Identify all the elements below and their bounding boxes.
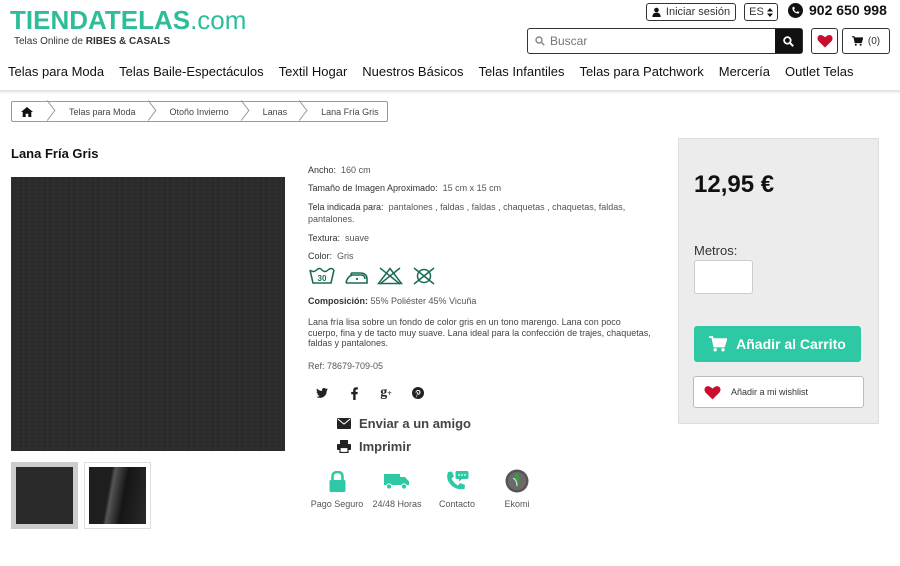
updown-icon [766, 7, 773, 17]
feature-shipping[interactable]: 24/48 Horas [368, 469, 426, 509]
breadcrumb: Telas para Moda Otoño Invierno Lanas Lan… [11, 101, 388, 122]
nav-item-telas-baile[interactable]: Telas Baile-Espectáculos [119, 64, 264, 84]
detail-composicion: Composición: 55% Poliéster 45% Vicuña [308, 296, 477, 306]
googleplus-icon[interactable]: g + [377, 384, 395, 402]
site-logo[interactable]: TIENDATELAS.com [10, 6, 246, 34]
detail-tamano: Tamaño de Imagen Aproximado: 15 cm x 15 … [308, 183, 502, 193]
facebook-icon[interactable] [345, 384, 363, 402]
breadcrumb-item[interactable]: Lanas [249, 102, 298, 121]
breadcrumb-separator [239, 102, 249, 121]
ekomi-icon [505, 469, 529, 493]
nav-divider [0, 90, 900, 94]
care-icons: 30 [308, 266, 438, 286]
home-icon [21, 106, 33, 117]
product-title: Lana Fría Gris [11, 146, 99, 161]
feature-contacto[interactable]: Contacto [428, 469, 486, 509]
cart-icon [709, 336, 728, 352]
breadcrumb-separator [297, 102, 307, 121]
detail-textura: Textura: suave [308, 233, 370, 243]
nav-item-telas-moda[interactable]: Telas para Moda [8, 64, 104, 84]
heart-icon [816, 34, 833, 48]
heart-icon [704, 385, 721, 399]
add-to-wishlist-button[interactable]: Añadir a mi wishlist [693, 376, 864, 408]
login-button[interactable]: Iniciar sesión [646, 3, 736, 21]
lock-icon [329, 469, 346, 493]
feature-badges: Pago Seguro 24/48 Horas Contacto Ekomi [308, 469, 548, 509]
product-price: 12,95 € [694, 171, 775, 198]
no-tumble-dry-icon [410, 266, 438, 286]
wash-30-icon: 30 [308, 266, 336, 286]
search-input[interactable] [548, 29, 775, 53]
user-icon [652, 7, 661, 17]
iron-low-icon [342, 266, 370, 286]
twitter-icon[interactable] [313, 384, 331, 402]
breadcrumb-item[interactable]: Otoño Invierno [156, 102, 239, 121]
phone-icon [788, 2, 803, 18]
breadcrumb-separator [45, 102, 55, 121]
feature-pago-seguro[interactable]: Pago Seguro [308, 469, 366, 509]
product-thumbnail-2[interactable] [84, 462, 151, 529]
product-main-image[interactable] [11, 177, 285, 451]
feature-ekomi[interactable]: Ekomi [488, 469, 546, 509]
no-bleach-icon [376, 266, 404, 286]
share-bar: g + [313, 384, 427, 402]
cart-button[interactable]: (0) [842, 28, 890, 54]
envelope-icon [337, 418, 351, 429]
breadcrumb-item[interactable]: Telas para Moda [55, 102, 146, 121]
svg-text:30: 30 [318, 274, 327, 283]
nav-item-merceria[interactable]: Mercería [719, 64, 770, 84]
nav-item-textil-hogar[interactable]: Textil Hogar [279, 64, 348, 84]
phone-chat-icon [445, 469, 469, 493]
product-reference: Ref: 78679-709-05 [308, 361, 384, 371]
phone-number: 902 650 998 [788, 2, 887, 18]
send-friend-link[interactable]: Enviar a un amigo [337, 416, 471, 431]
detail-indicada: Tela indicada para: pantalones , faldas … [308, 202, 626, 224]
breadcrumb-separator [146, 102, 156, 121]
add-to-cart-button[interactable]: Añadir al Carrito [694, 326, 861, 362]
nav-item-nuestros-basicos[interactable]: Nuestros Básicos [362, 64, 463, 84]
search-icon [532, 29, 548, 53]
nav-item-telas-infantiles[interactable]: Telas Infantiles [478, 64, 564, 84]
wishlist-header-button[interactable] [811, 28, 838, 54]
search-box [527, 28, 803, 54]
product-description: Lana fría lisa sobre un fondo de color g… [308, 317, 651, 348]
main-nav: Telas para Moda Telas Baile-Espectáculos… [0, 64, 900, 84]
printer-icon [337, 440, 351, 453]
language-select[interactable]: ES [744, 3, 778, 21]
product-thumbnail-1[interactable] [11, 462, 78, 529]
detail-ancho: Ancho: 160 cm [308, 165, 371, 175]
search-icon [783, 35, 794, 47]
truck-icon [384, 469, 410, 493]
cart-icon [851, 36, 863, 46]
print-link[interactable]: Imprimir [337, 439, 411, 454]
quantity-input[interactable] [694, 260, 753, 294]
site-tagline: Telas Online de RIBES & CASALS [14, 36, 171, 47]
detail-color: Color: Gris [308, 251, 354, 261]
quantity-label: Metros: [694, 243, 738, 258]
nav-item-outlet[interactable]: Outlet Telas [785, 64, 853, 84]
nav-item-telas-patchwork[interactable]: Telas para Patchwork [579, 64, 703, 84]
pinterest-icon[interactable] [409, 384, 427, 402]
breadcrumb-current: Lana Fría Gris [321, 106, 379, 117]
search-button[interactable] [775, 29, 802, 53]
